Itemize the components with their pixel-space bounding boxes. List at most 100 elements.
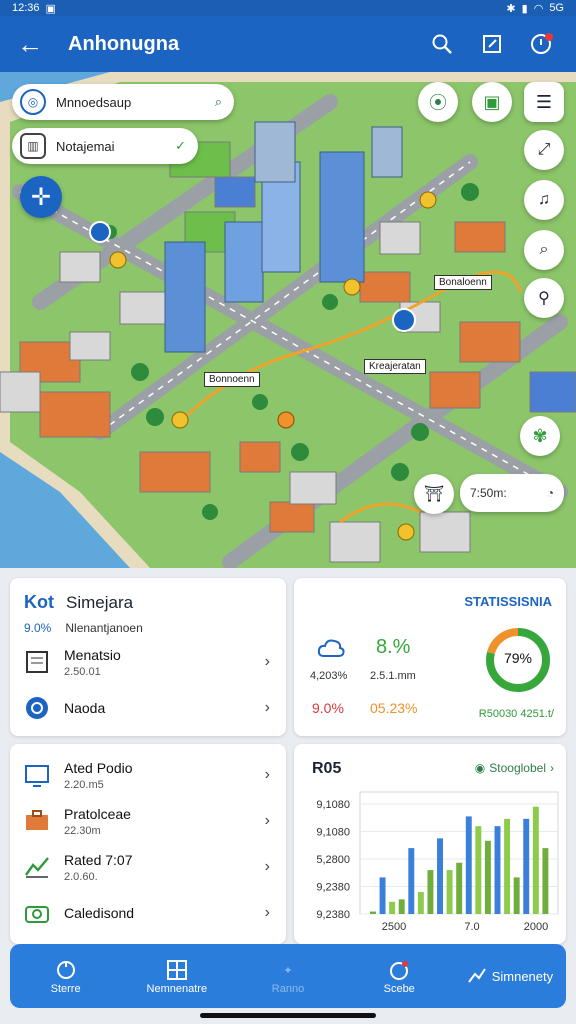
- search-button[interactable]: [422, 24, 462, 64]
- nav-item-summary[interactable]: Simnenety: [455, 966, 566, 987]
- expand-button[interactable]: ⤢: [524, 130, 564, 170]
- nav-item-home[interactable]: Sterre: [10, 957, 121, 995]
- chart-x-tick-label: 2000: [524, 921, 548, 933]
- timer-icon: ◔: [546, 486, 554, 500]
- network-label: 5G: [549, 2, 564, 14]
- notification-icon: ▣: [45, 2, 56, 15]
- stats-orange-value: 05.23%: [370, 700, 418, 716]
- alert-icon: [388, 957, 410, 983]
- chart-bar: [542, 848, 549, 914]
- palm-tree-icon: ✾: [532, 425, 548, 446]
- chevron-right-icon: ›: [264, 653, 270, 670]
- chart-bar: [379, 877, 386, 914]
- stats-val-right: 2.5.1.mm: [370, 670, 416, 682]
- check-icon: ✓: [175, 138, 186, 153]
- pin-button[interactable]: ⚲: [524, 278, 564, 318]
- page-title: Anhonugna: [68, 32, 180, 55]
- chevron-right-icon: ›: [264, 699, 270, 716]
- list-item-sub: 22.30m: [64, 824, 101, 837]
- list-item-label: Caledisond: [64, 905, 135, 921]
- list-item[interactable]: Ated Podio 2.20.m5 ›: [10, 752, 286, 798]
- chevron-right-icon: ›: [264, 812, 270, 829]
- back-arrow-icon[interactable]: ←: [14, 28, 46, 60]
- robot-button[interactable]: ▣: [472, 82, 512, 122]
- stats-red-value: 9.0%: [312, 700, 344, 716]
- stats-title: STATISSISNIA: [464, 594, 552, 609]
- chart-bar: [465, 816, 472, 914]
- search-icon: [432, 34, 452, 54]
- wifi-icon: ◠: [533, 2, 544, 15]
- chart-bar: [504, 818, 511, 914]
- card-sub-text: Nlenantjanoen: [65, 621, 143, 635]
- search-chip-secondary[interactable]: ▥ Notajemai ✓: [12, 128, 198, 164]
- map-label-b: Bonnoenn: [204, 372, 260, 387]
- status-bar: 12:36 ▣ ✱ ▮ ◠ 5G: [0, 0, 576, 16]
- notifications-button[interactable]: [522, 24, 562, 64]
- chevron-right-icon: ›: [264, 904, 270, 921]
- expand-icon: ⤢: [537, 141, 551, 158]
- nav-item-alerts[interactable]: Scebe: [344, 957, 455, 995]
- locate-button[interactable]: ✛: [20, 176, 62, 218]
- chart-x-tick-label: 7.0: [464, 921, 479, 933]
- list-item[interactable]: Caledisond ›: [10, 890, 286, 936]
- bell-button[interactable]: ♫: [524, 180, 564, 220]
- list-item[interactable]: Pratolceae 22.30m ›: [10, 798, 286, 844]
- gate-button[interactable]: ⛩: [414, 474, 454, 514]
- search-chip-secondary-text: Notajemai: [56, 138, 115, 154]
- bell-icon: [531, 33, 553, 54]
- chart-bar: [427, 870, 434, 914]
- chart-y-tick-label: 9,1080: [316, 827, 350, 839]
- chart-x-tick-label: 2500: [382, 921, 406, 933]
- briefcase-icon: [22, 806, 52, 836]
- time-pill[interactable]: 7:50m: ◔: [460, 474, 564, 512]
- nav-item-manage[interactable]: Nemnenatre: [121, 957, 232, 995]
- chart-bar: [389, 901, 396, 914]
- layer-button[interactable]: ⦿: [418, 82, 458, 122]
- edit-icon: [483, 35, 501, 53]
- robot-icon: ▣: [483, 91, 501, 112]
- nav-item-center[interactable]: ✦ Ranno: [232, 957, 343, 996]
- stats-footer: R50030 4251.t/: [478, 708, 554, 720]
- donut-label: 79%: [503, 650, 533, 666]
- chart-y-tick-label: 9,1080: [316, 799, 350, 811]
- nav-item-label: Scebe: [383, 983, 415, 995]
- stats-big-value: 8.%: [376, 636, 411, 658]
- list-item-sub: 2.20.m5: [64, 778, 104, 791]
- cloud-icon: [316, 636, 346, 665]
- nav-item-label: Simnenety: [491, 968, 554, 984]
- list-item-sub: 2.50.01: [64, 665, 101, 678]
- edit-button[interactable]: [472, 24, 512, 64]
- chart-bar: [370, 911, 376, 914]
- sparkle-icon: ✦: [283, 964, 293, 977]
- home-icon: [55, 957, 77, 983]
- palm-button[interactable]: ✾: [520, 416, 560, 456]
- list-item-label: Menatsio: [64, 646, 121, 663]
- card-title-prefix: Kot: [24, 592, 54, 612]
- chart-bar: [437, 838, 443, 914]
- chart-bar: [398, 899, 405, 914]
- monitor-icon: [22, 760, 52, 790]
- search-chip-primary[interactable]: ◎ Mnnoedsaup ⌕: [12, 84, 234, 120]
- chart-bar: [475, 826, 482, 914]
- status-time: 12:36: [12, 2, 40, 14]
- location-icon: ⚲: [538, 290, 550, 307]
- chevron-right-icon: ›: [264, 858, 270, 875]
- chart-y-tick-label: 9,2380: [316, 882, 350, 894]
- search-map-button[interactable]: ⌕: [524, 230, 564, 270]
- grid-icon: [166, 957, 188, 983]
- map-view[interactable]: ◎ Mnnoedsaup ⌕ ▥ Notajemai ✓ ✛ ⦿ ▣ ☰ ⤢ ♫…: [0, 72, 576, 568]
- chart-bar: [494, 826, 501, 914]
- stats-val-left: 4,203%: [310, 670, 348, 682]
- activity-card: Ated Podio 2.20.m5 › Pratolceae 22.30m ›…: [10, 744, 286, 944]
- chart-bar: [456, 862, 463, 914]
- list-item-label: Naoda: [64, 700, 106, 716]
- list-item[interactable]: Menatsio 2.50.01 ›: [10, 639, 286, 685]
- menu-button[interactable]: ☰: [524, 82, 564, 122]
- nav-item-label: Sterre: [50, 983, 81, 995]
- list-item[interactable]: Rated 7:07 2.0.60. ›: [10, 844, 286, 890]
- card-sub-pct: 9.0%: [24, 621, 52, 635]
- list-item[interactable]: Naoda ›: [10, 685, 286, 731]
- chart-bar: [417, 892, 424, 914]
- donut-chart: 79%: [484, 626, 552, 694]
- chart-y-tick-label: 5,2800: [316, 854, 350, 866]
